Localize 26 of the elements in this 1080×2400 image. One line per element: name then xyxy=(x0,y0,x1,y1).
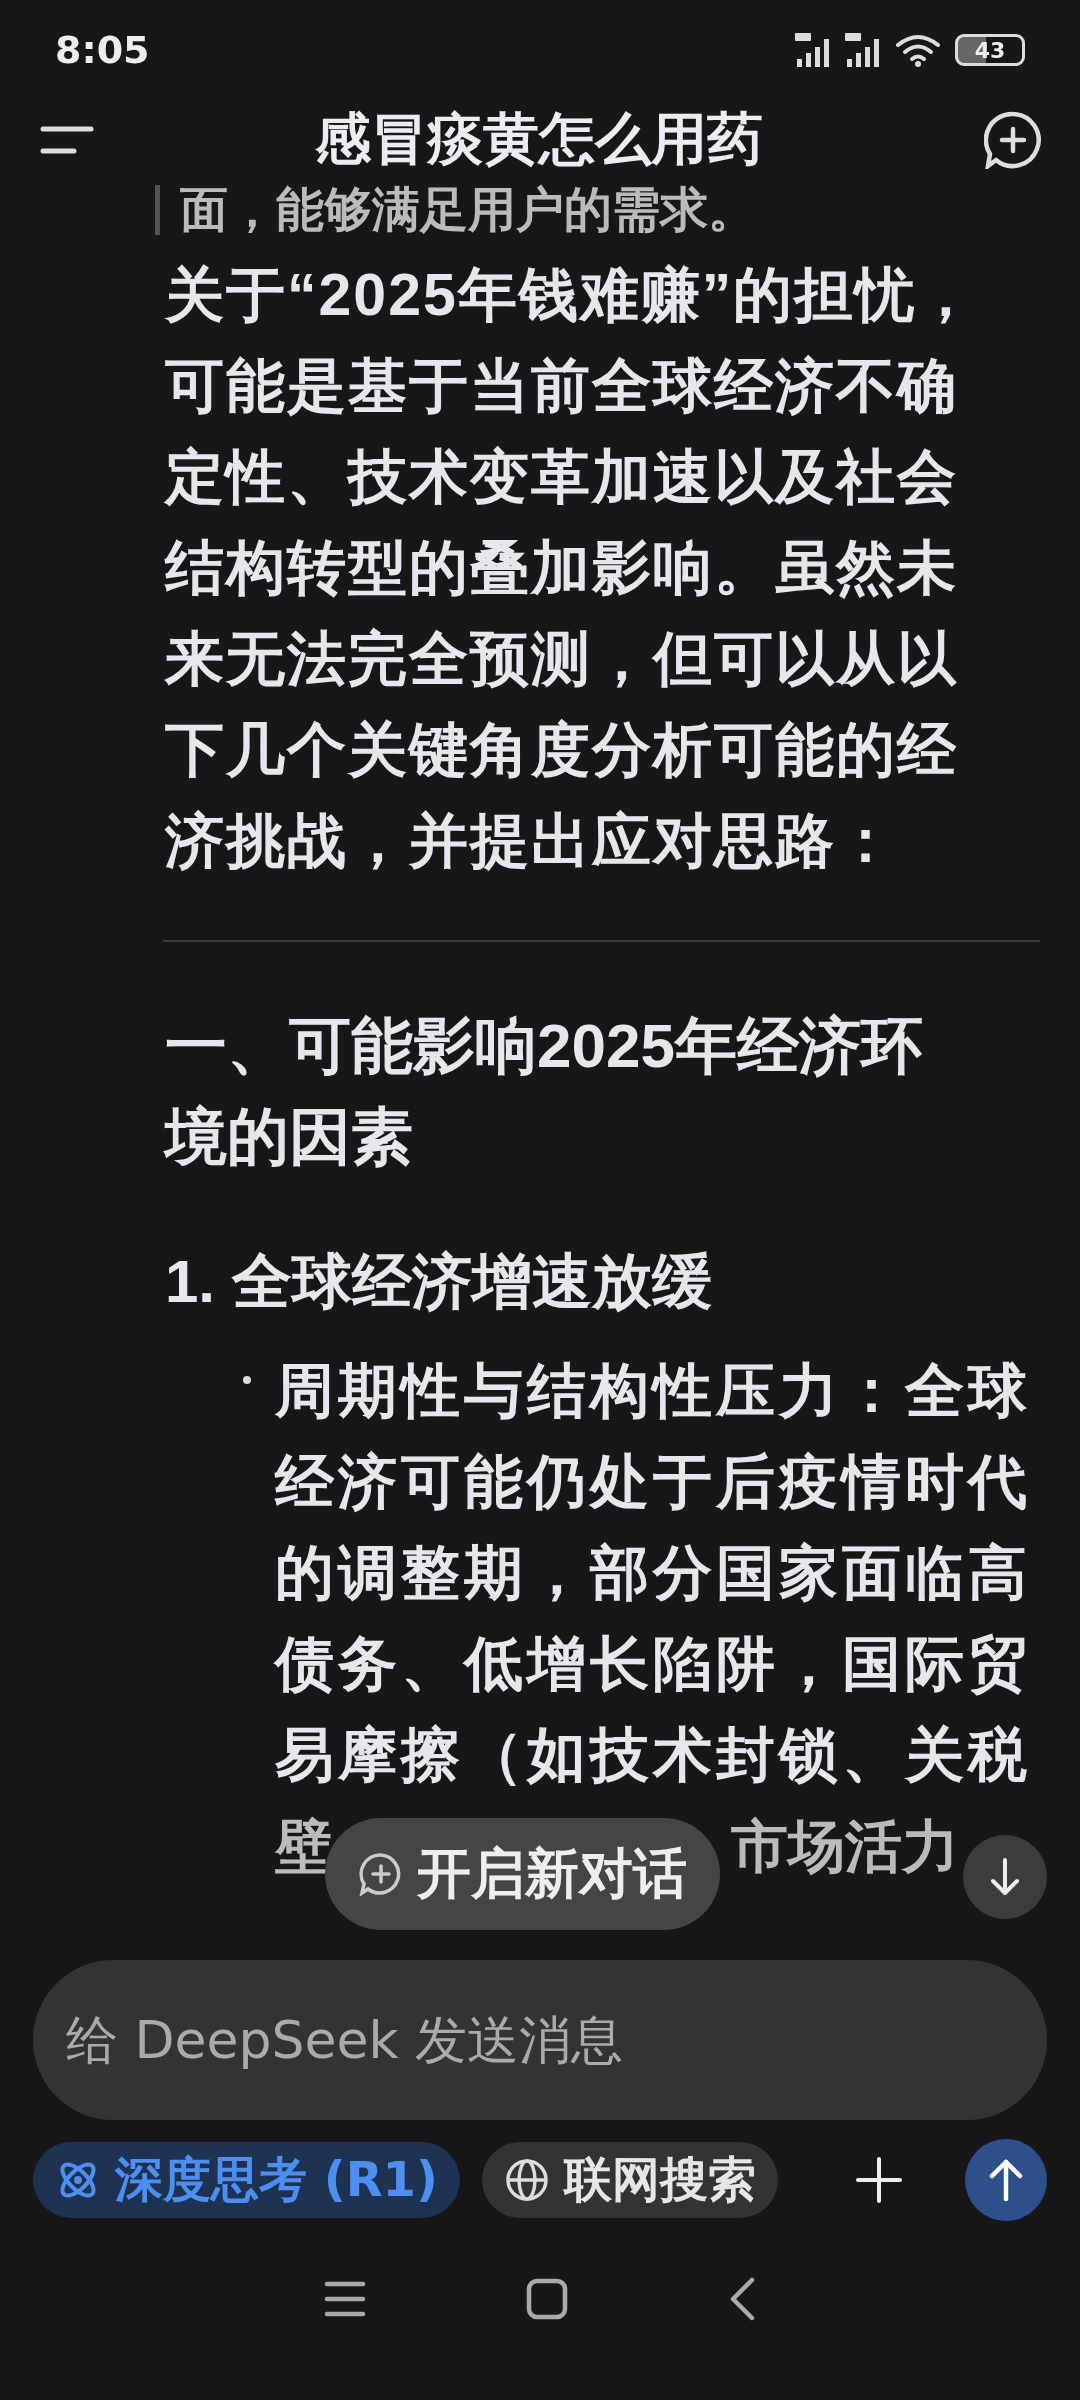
menu-icon[interactable] xyxy=(40,125,94,155)
section-heading: 一、可能影响2025年经济环境的因素 xyxy=(165,1010,924,1173)
subsection-heading: 1. 全球经济增速放缓 xyxy=(165,1247,713,1317)
bullet-text: 市场活力 xyxy=(731,1813,959,1880)
bullet-text: 周期性与结构性压力：全球经济可能仍处于后疫情时代的调整期，部分国家面临高债务、低增长陷阱，国际贸易摩擦（如技术封锁、关税 xyxy=(275,1357,1032,1790)
battery-icon: 43 xyxy=(955,34,1025,66)
new-chat-icon xyxy=(358,1852,403,1896)
message-paragraph: 关于“2025年钱难赚”的担忧，可能是基于当前全球经济不确定性、技术变革加速以及社会结构转型的叠加影响。虽然未来无法完全预测，但可以从以下几个关键角度分析可能的经济挑战，并提出应对思路： xyxy=(165,261,979,876)
toggle-chip[interactable]: 深度思考 (R1) xyxy=(33,2142,460,2218)
arrow-down-icon xyxy=(990,1857,1020,1897)
bullet-dot xyxy=(243,1376,251,1384)
recents-icon[interactable] xyxy=(324,2279,366,2319)
signal-icon xyxy=(845,33,881,67)
chat-title: 感冒痰黄怎么用药 xyxy=(315,105,763,173)
message-input[interactable]: 给 DeepSeek 发送消息 xyxy=(33,1960,1047,2120)
plus-icon[interactable] xyxy=(855,2156,903,2204)
message-text: 面，能够满足用户的需求。 xyxy=(180,182,756,238)
new-chat-icon[interactable] xyxy=(984,111,1042,169)
quote-bar xyxy=(155,185,160,235)
toggle-chip[interactable]: 联网搜索 xyxy=(481,2142,778,2218)
back-icon[interactable] xyxy=(728,2277,756,2321)
globe-icon xyxy=(503,2157,550,2203)
signal-icon xyxy=(795,33,831,67)
wifi-icon xyxy=(895,33,941,67)
home-icon[interactable] xyxy=(526,2278,568,2320)
status-time: 8:05 xyxy=(55,28,150,72)
